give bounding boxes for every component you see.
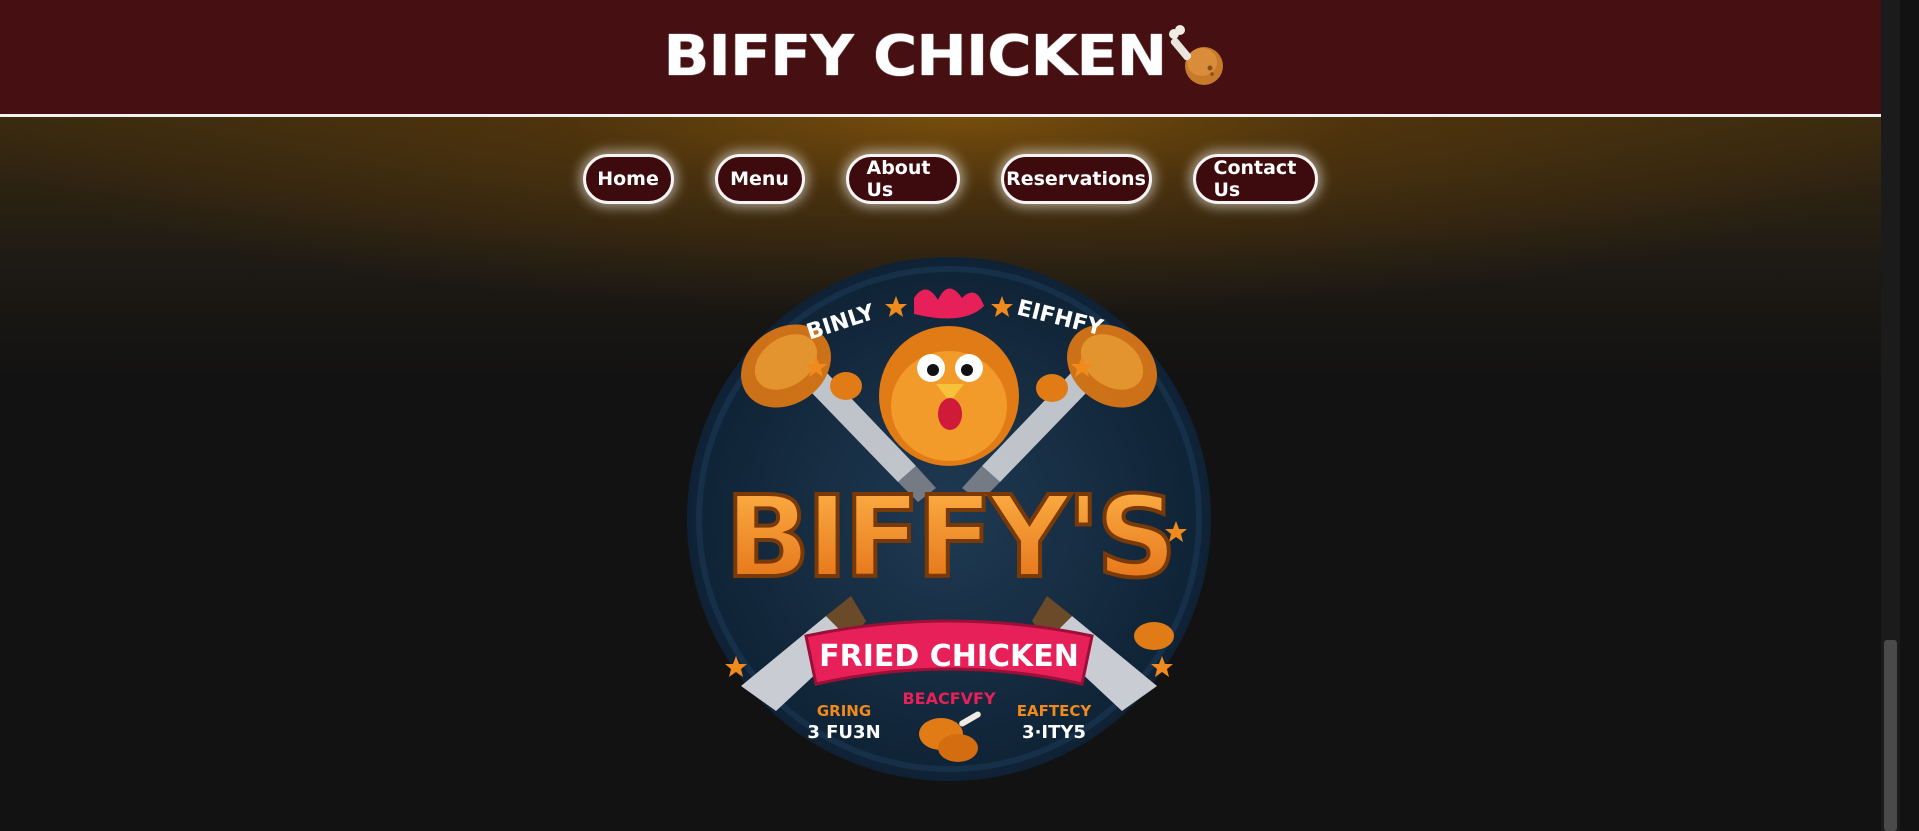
logo-bottom-right-top-text: EAFTECY [1017,702,1093,720]
page: BIFFY CHICKEN Home Menu About Us Reserva… [0,0,1900,831]
vertical-scrollbar[interactable] [1881,0,1900,831]
nav-home-button[interactable]: Home [582,154,674,204]
logo-banner-text: FRIED CHICKEN [819,639,1079,674]
restaurant-logo: BINLY EIFHFY BIFFY'S FRIED CHICKEN BEACF… [686,256,1212,782]
nav-contact-button[interactable]: Contact Us [1192,154,1318,204]
scrollbar-thumb[interactable] [1884,640,1897,831]
brand[interactable]: BIFFY CHICKEN [664,24,1228,90]
nav-reservations-button[interactable]: Reservations [1000,154,1152,204]
logo-bottom-center-text: BEACFVFY [902,689,995,708]
logo-bottom-left-bottom-text: 3 FU3N [807,722,880,743]
logo-bottom-left-top-text: GRING [817,702,871,720]
site-title: BIFFY CHICKEN [663,24,1168,89]
nav-about-button[interactable]: About Us [845,154,960,204]
drumstick-icon [1162,24,1228,90]
nav-menu-button[interactable]: Menu [714,154,805,204]
logo-bottom-right-bottom-text: 3·ITY5 [1022,722,1086,743]
main-nav: Home Menu About Us Reservations Contact … [0,154,1900,204]
logo-main-text: BIFFY'S [725,473,1173,603]
site-header: BIFFY CHICKEN [0,0,1900,117]
